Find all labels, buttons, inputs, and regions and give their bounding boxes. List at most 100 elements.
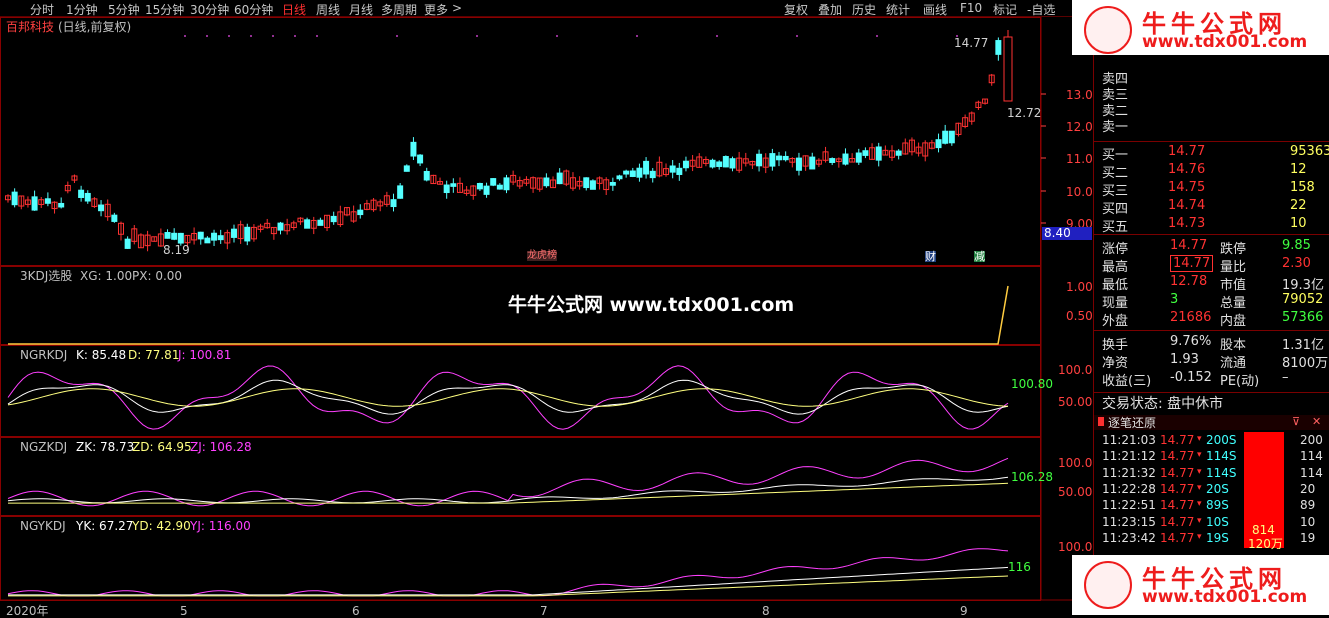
quote-row: 最高 14.77 量比 2.30	[1094, 254, 1329, 275]
candle-body	[935, 139, 942, 149]
period-tab[interactable]: 分时	[30, 1, 54, 18]
toolbar-tool[interactable]: 标记	[993, 1, 1017, 18]
candle-body	[78, 189, 85, 198]
tick-price: 14.77	[1160, 433, 1195, 447]
tick-header-bar: 逐笔还原 ⊽ ✕	[1094, 415, 1329, 430]
down-arrow-icon: ▾	[1197, 499, 1202, 510]
toolbar-tool[interactable]: 复权	[784, 1, 808, 18]
quote-value: 9.85	[1282, 238, 1311, 253]
period-tab[interactable]: 多周期	[381, 1, 417, 18]
panel2-k: K: 85.48	[76, 348, 127, 362]
candle-body	[397, 185, 404, 199]
candle-body	[204, 237, 211, 244]
candle-body	[1003, 36, 1013, 102]
filter-icon[interactable]: ⊽	[1292, 416, 1300, 427]
down-arrow-icon: ▾	[1197, 466, 1202, 477]
candle-body	[623, 170, 630, 175]
toolbar-tool[interactable]: 画线	[923, 1, 947, 18]
tick-time: 11:23:42	[1102, 530, 1156, 545]
tick-row[interactable]: 11:21:03 14.77 200S 200 ▾	[1094, 432, 1329, 450]
buy-level-price: 14.73	[1168, 216, 1206, 231]
panel4-yk: YK: 67.27	[76, 519, 134, 533]
d-line	[7, 388, 1009, 407]
candle-body	[682, 160, 689, 169]
candle-body	[317, 219, 324, 226]
tick-row[interactable]: 11:22:28 14.77 20S 20 ▾	[1094, 481, 1329, 499]
period-tab[interactable]: 月线	[349, 1, 373, 18]
candle-body	[98, 204, 105, 212]
period-tab[interactable]: 15分钟	[145, 1, 184, 18]
tick-volume: 20S	[1206, 481, 1229, 496]
fund-value: 9.76%	[1170, 334, 1212, 349]
event-tag-lhb[interactable]: 龙虎榜	[527, 251, 557, 261]
candle-body	[44, 198, 51, 204]
period-tab[interactable]: 1分钟	[66, 1, 98, 18]
candle-body	[211, 232, 218, 241]
tick-row[interactable]: 11:21:32 14.77 114S 114 ▾	[1094, 465, 1329, 483]
panel1-axis-1: 1.00	[1066, 280, 1093, 294]
candle-body	[171, 232, 178, 240]
candle-body	[443, 184, 450, 194]
event-tag-jian[interactable]: 减	[974, 251, 985, 262]
tick-row[interactable]: 11:23:42 14.77 19S 19 ▾	[1094, 530, 1329, 548]
panel2-last: 100.80	[1011, 377, 1053, 391]
candle-body	[277, 222, 284, 231]
fund-value: -0.152	[1170, 370, 1212, 385]
toolbar-tool[interactable]: -自选	[1027, 1, 1055, 18]
yj-line	[7, 548, 1009, 597]
event-dot	[876, 35, 878, 37]
candle-body	[403, 165, 410, 172]
current-price-label: 12.72	[1007, 106, 1042, 120]
tick-count: 20	[1300, 481, 1316, 496]
close-icon[interactable]: ✕	[1312, 416, 1321, 427]
candle-body	[177, 232, 184, 244]
logo-url: www.tdx001.com	[1142, 32, 1308, 52]
panel4-axis-100: 100.0	[1058, 540, 1093, 554]
tick-count: 19	[1300, 530, 1316, 545]
period-tab[interactable]: 周线	[316, 1, 340, 18]
buy-level-price: 14.74	[1168, 198, 1206, 213]
quote-value: 14.77	[1170, 255, 1214, 272]
panel1-xg: XG: 1.00	[80, 269, 133, 283]
toolbar-tool[interactable]: 历史	[852, 1, 876, 18]
event-tag-cai[interactable]: 财	[925, 251, 936, 262]
quote-row: 现量 3 总量 79052	[1094, 290, 1329, 311]
tick-row[interactable]: 11:23:15 14.77 10S 10 ▾	[1094, 514, 1329, 532]
tick-time: 11:22:28	[1102, 481, 1156, 496]
tick-row[interactable]: 11:22:51 14.77 89S 89 ▾	[1094, 497, 1329, 515]
date-axis-7: 7	[540, 604, 548, 618]
toolbar-tool[interactable]: F10	[960, 1, 982, 15]
date-axis-0: 2020年	[6, 604, 49, 618]
period-tab[interactable]: 日线	[282, 1, 306, 18]
event-dot	[636, 35, 638, 37]
candle-body	[995, 40, 1002, 55]
tick-row[interactable]: 11:21:12 14.77 114S 114 ▾	[1094, 448, 1329, 466]
period-tab[interactable]: 30分钟	[190, 1, 229, 18]
date-axis-6: 6	[352, 604, 360, 618]
period-tab[interactable]: 更多	[424, 1, 448, 18]
tick-volume: 200S	[1206, 433, 1237, 447]
tick-header-marker	[1098, 417, 1104, 426]
candle-body	[111, 214, 118, 222]
tick-volume: 19S	[1206, 530, 1229, 545]
candle-body	[496, 184, 503, 190]
period-tab[interactable]: 5分钟	[108, 1, 140, 18]
toolbar-tool[interactable]: 统计	[886, 1, 910, 18]
panel2-axis-100: 100.0	[1058, 363, 1093, 377]
quote-label: 内盘	[1220, 314, 1247, 329]
yd-line	[8, 575, 1009, 597]
panel3-last: 106.28	[1011, 470, 1053, 484]
panel3-axis-100: 100.0	[1058, 456, 1093, 470]
logo-banner-bottom: 牛牛公式网 www.tdx001.com	[1072, 555, 1329, 615]
candle-body	[583, 177, 590, 189]
candle-body	[217, 235, 224, 241]
chevron-right-icon[interactable]: >	[452, 1, 462, 15]
period-tab[interactable]: 60分钟	[234, 1, 273, 18]
logo-url: www.tdx001.com	[1142, 587, 1308, 607]
divider	[1094, 141, 1329, 142]
candle-body	[782, 155, 789, 161]
candle-body	[649, 170, 656, 179]
toolbar-tool[interactable]: 叠加	[818, 1, 842, 18]
quote-row: 最低 12.78 市值 19.3亿	[1094, 272, 1329, 293]
candle-body	[895, 150, 902, 156]
